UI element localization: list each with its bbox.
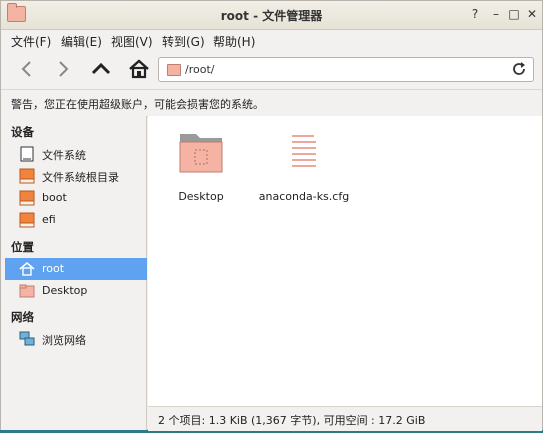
up-icon bbox=[91, 62, 111, 75]
folder-icon bbox=[167, 64, 181, 76]
menu-file[interactable]: 文件(F) bbox=[11, 33, 51, 50]
sidebar-item-boot[interactable]: boot bbox=[5, 187, 147, 209]
warning-text: 警告，您正在使用超级账户，可能会损害您的系统。 bbox=[11, 98, 264, 111]
home-icon bbox=[19, 261, 35, 276]
close-button[interactable]: ✕ bbox=[524, 6, 540, 22]
back-button[interactable] bbox=[15, 57, 39, 81]
menu-help[interactable]: 帮助(H) bbox=[213, 33, 255, 50]
drive-icon bbox=[20, 146, 34, 162]
sidebar-item-label: 文件系统 bbox=[42, 149, 86, 162]
file-name: anaconda-ks.cfg bbox=[258, 190, 350, 203]
places-heading: 位置 bbox=[11, 240, 34, 254]
sidebar-item-efi[interactable]: efi bbox=[5, 209, 147, 231]
status-bar: 2 个项目: 1.3 KiB (1,367 字节), 可用空间 : 17.2 G… bbox=[148, 406, 542, 431]
file-item-desktop[interactable]: Desktop bbox=[151, 126, 251, 206]
menu-go[interactable]: 转到(G) bbox=[162, 33, 205, 50]
network-heading: 网络 bbox=[11, 310, 34, 324]
drive-icon bbox=[19, 212, 35, 228]
reload-icon bbox=[513, 62, 525, 75]
help-icon[interactable]: ? bbox=[467, 6, 483, 22]
sidebar-item-root[interactable]: root bbox=[5, 258, 147, 280]
folder-icon bbox=[19, 284, 35, 298]
status-text: 2 个项目: 1.3 KiB (1,367 字节), 可用空间 : 17.2 G… bbox=[158, 414, 426, 427]
file-view[interactable]: Desktop anaconda-ks.cfg bbox=[148, 116, 542, 406]
reload-button[interactable] bbox=[511, 61, 527, 77]
sidebar-item-filesystem[interactable]: 文件系统 bbox=[5, 143, 147, 165]
drive-icon bbox=[19, 168, 35, 184]
window-title: root - 文件管理器 bbox=[220, 9, 323, 23]
home-button[interactable] bbox=[127, 57, 151, 81]
title-bar[interactable]: root - 文件管理器 ? – □ ✕ bbox=[1, 1, 542, 30]
sidebar: 设备 文件系统 文件系统根目录 boot efi 位置 root Desktop… bbox=[1, 116, 147, 430]
minimize-button[interactable]: – bbox=[488, 6, 504, 22]
sidebar-item-browse-network[interactable]: 浏览网络 bbox=[5, 328, 147, 350]
back-icon bbox=[21, 61, 31, 77]
text-file-icon bbox=[292, 135, 316, 167]
sidebar-item-filesystem-root[interactable]: 文件系统根目录 bbox=[5, 165, 147, 187]
devices-heading: 设备 bbox=[11, 125, 34, 139]
folder-icon bbox=[179, 134, 223, 173]
sidebar-item-label: 文件系统根目录 bbox=[42, 171, 119, 184]
sidebar-item-desktop[interactable]: Desktop bbox=[5, 280, 147, 302]
sidebar-item-label: efi bbox=[42, 213, 56, 226]
file-manager-window: root - 文件管理器 ? – □ ✕ 文件(F) 编辑(E) 视图(V) 转… bbox=[0, 0, 543, 431]
sidebar-item-label: 浏览网络 bbox=[42, 334, 86, 347]
up-button[interactable] bbox=[89, 57, 113, 81]
home-icon bbox=[129, 59, 149, 79]
path-input[interactable]: /root/ bbox=[185, 63, 214, 76]
forward-button[interactable] bbox=[51, 57, 75, 81]
menu-edit[interactable]: 编辑(E) bbox=[61, 33, 102, 50]
network-icon bbox=[19, 331, 35, 346]
menu-bar: 文件(F) 编辑(E) 视图(V) 转到(G) 帮助(H) bbox=[1, 29, 542, 51]
menu-view[interactable]: 视图(V) bbox=[111, 33, 153, 50]
sidebar-item-label: boot bbox=[42, 191, 67, 204]
forward-icon bbox=[59, 61, 69, 77]
maximize-button[interactable]: □ bbox=[506, 6, 522, 22]
drive-icon bbox=[19, 190, 35, 206]
toolbar: /root/ bbox=[1, 51, 542, 87]
path-bar[interactable]: /root/ bbox=[158, 57, 534, 82]
file-item-anaconda-ks[interactable]: anaconda-ks.cfg bbox=[254, 126, 354, 206]
root-warning-bar: 警告，您正在使用超级账户，可能会损害您的系统。 bbox=[1, 89, 542, 117]
file-name: Desktop bbox=[178, 190, 224, 203]
sidebar-item-label: Desktop bbox=[42, 284, 88, 297]
sidebar-item-label: root bbox=[42, 262, 65, 275]
